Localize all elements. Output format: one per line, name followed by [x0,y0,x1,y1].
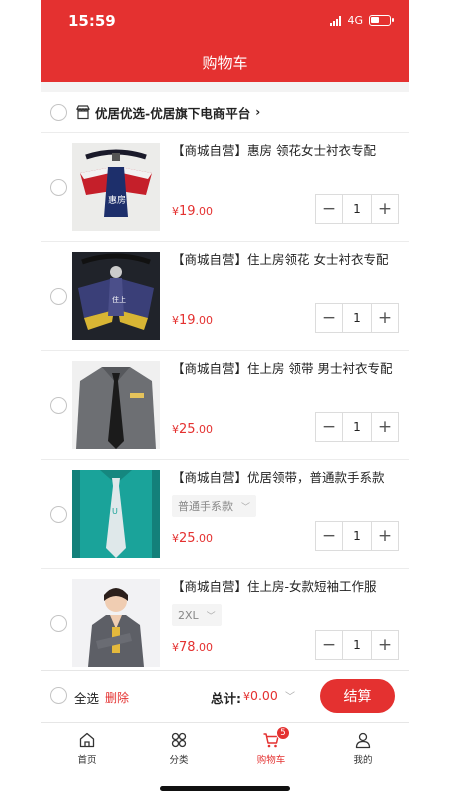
svg-text:惠房: 惠房 [108,194,126,206]
quantity-stepper: − 1 + [315,630,399,660]
home-indicator [160,786,290,791]
quantity-input[interactable]: 1 [342,413,372,441]
svg-text:U: U [112,507,118,516]
cart-item: U 【商城自营】优居领带，普通款手系款 普通手系款 ﹀ ¥25.00 − 1 + [41,459,409,568]
select-all-radio[interactable] [50,687,67,704]
quantity-input[interactable]: 1 [342,304,372,332]
cart-item: 惠房 【商城自营】惠房 领花女士衬衣专配 ¥19.00 − 1 + [41,132,409,241]
chevron-down-icon: ﹀ [241,502,251,513]
decrease-button[interactable]: − [316,195,342,223]
home-icon [79,732,95,748]
chevron-right-icon: › [255,105,261,119]
chevron-down-icon[interactable]: ﹀ [285,688,295,703]
tab-label: 购物车 [256,755,286,766]
quantity-stepper: − 1 + [315,412,399,442]
increase-button[interactable]: + [372,631,398,659]
shop-select-radio[interactable] [50,103,67,121]
battery-icon [369,15,394,26]
quantity-input[interactable]: 1 [342,195,372,223]
spec-selector[interactable]: 2XL ﹀ [172,604,222,626]
product-name[interactable]: 【商城自营】住上房-女款短袖工作服 [172,577,397,597]
tab-label: 分类 [169,755,189,766]
quantity-stepper: − 1 + [315,521,399,551]
product-image-necktie-green-shirt[interactable]: U [72,470,160,558]
spec-label: 普通手系款 [178,500,233,513]
product-name[interactable]: 【商城自营】优居领带，普通款手系款 [172,468,397,488]
product-price: ¥78.00 [172,640,214,655]
tab-profile[interactable]: 我的 [317,723,409,800]
cart-item: 【商城自营】住上房 领带 男士衬衣专配 ¥25.00 − 1 + [41,350,409,459]
delete-button[interactable]: 删除 [105,689,129,706]
header: 15:59 4G 购物车 [41,0,409,82]
product-name[interactable]: 【商城自营】住上房领花 女士衬衣专配 [172,250,397,270]
item-select-radio[interactable] [50,179,67,196]
cart-item: 【商城自营】住上房-女款短袖工作服 2XL ﹀ ¥78.00 − 1 + [41,568,409,677]
tab-label: 我的 [353,755,373,766]
quantity-stepper: − 1 + [315,194,399,224]
product-name[interactable]: 【商城自营】住上房 领带 男士衬衣专配 [172,359,397,379]
product-image-necktie-gray-shirt[interactable] [72,361,160,449]
decrease-button[interactable]: − [316,631,342,659]
store-icon [76,105,90,120]
spec-label: 2XL [178,608,199,622]
tab-home[interactable]: 首页 [41,723,133,800]
increase-button[interactable]: + [372,304,398,332]
app-screen: 15:59 4G 购物车 优居优选-优居旗下电商平台 › 惠房 【商城自营】惠房… [41,0,409,800]
total-label: 总计: [211,691,241,706]
product-image-bow-tie-red[interactable]: 惠房 [72,143,160,231]
checkout-button[interactable]: 结算 [320,679,395,713]
product-price: ¥19.00 [172,204,214,219]
shop-header[interactable]: 优居优选-优居旗下电商平台 › [41,92,409,132]
page-title: 购物车 [202,54,248,72]
chevron-down-icon: ﹀ [206,611,216,622]
increase-button[interactable]: + [372,522,398,550]
tab-label: 首页 [77,755,97,766]
item-select-radio[interactable] [50,397,67,414]
spec-selector[interactable]: 普通手系款 ﹀ [172,495,257,517]
cart-count-badge: 5 [276,726,290,740]
item-select-radio[interactable] [50,615,67,632]
cart-item-list: 惠房 【商城自营】惠房 领花女士衬衣专配 ¥19.00 − 1 + 住上 【商城… [41,132,409,677]
decrease-button[interactable]: − [316,413,342,441]
product-price: ¥25.00 [172,531,214,546]
signal-icon [330,15,342,26]
product-name[interactable]: 【商城自营】惠房 领花女士衬衣专配 [172,141,397,161]
product-image-work-uniform[interactable] [72,579,160,667]
product-price: ¥25.00 [172,422,214,437]
quantity-input[interactable]: 1 [342,631,372,659]
category-icon [171,732,187,748]
increase-button[interactable]: + [372,195,398,223]
item-select-radio[interactable] [50,506,67,523]
quantity-stepper: − 1 + [315,303,399,333]
increase-button[interactable]: + [372,413,398,441]
user-icon [355,732,371,749]
total-amount: ¥0.00 [243,688,278,703]
product-price: ¥19.00 [172,313,214,328]
network-label: 4G [347,14,363,27]
svg-text:住上: 住上 [112,295,126,304]
select-all-label[interactable]: 全选 [74,688,99,707]
cart-item: 住上 【商城自营】住上房领花 女士衬衣专配 ¥19.00 − 1 + [41,241,409,350]
decrease-button[interactable]: − [316,522,342,550]
status-indicators: 4G [330,14,394,27]
checkout-bar: 全选 删除 总计: ¥0.00 ﹀ 结算 [41,670,409,722]
item-select-radio[interactable] [50,288,67,305]
quantity-input[interactable]: 1 [342,522,372,550]
shop-name: 优居优选-优居旗下电商平台 [95,105,251,121]
decrease-button[interactable]: − [316,304,342,332]
status-time: 15:59 [68,12,116,30]
product-image-bow-tie-purple[interactable]: 住上 [72,252,160,340]
